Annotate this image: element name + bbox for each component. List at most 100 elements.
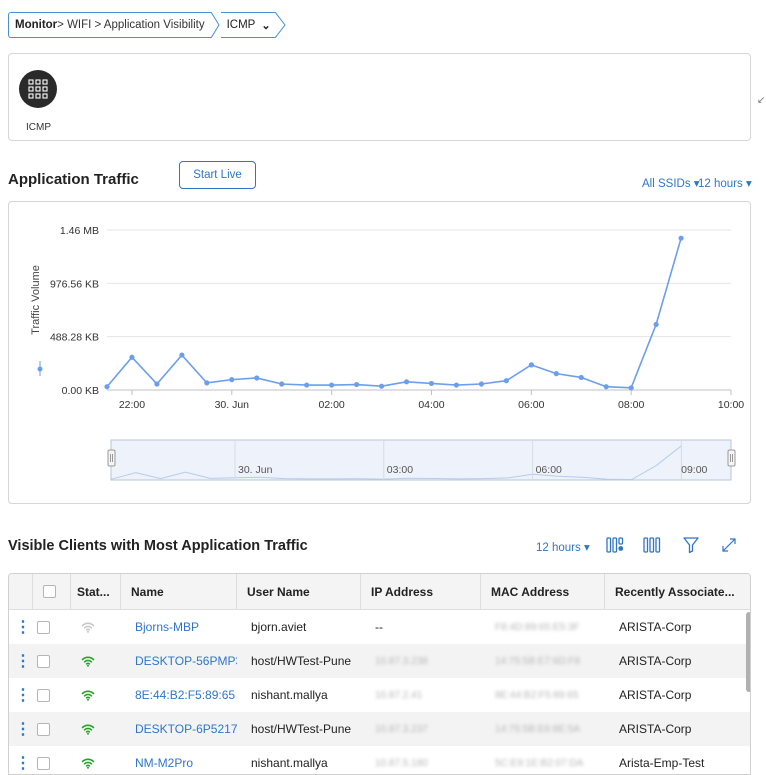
row-checkbox-cell[interactable] [37, 678, 67, 712]
breadcrumb-current[interactable]: ICMP [227, 19, 256, 31]
client-name-link[interactable]: Bjorns-MBP [135, 620, 199, 634]
row-checkbox-cell[interactable] [37, 644, 67, 678]
table-scrollbar[interactable] [746, 612, 750, 692]
data-point [329, 382, 335, 388]
collapse-arrow-icon[interactable]: ↙ [757, 95, 765, 106]
data-point [603, 384, 609, 390]
row-menu-icon[interactable]: ⋮ [15, 678, 33, 712]
select-all-checkbox[interactable] [43, 585, 56, 598]
client-name-link[interactable]: 8E:44:B2:F5:89:65 [135, 688, 235, 702]
clients-time-filter-label[interactable]: 12 hours [536, 542, 581, 554]
client-mac-address: 14:75:5B:E7:6D:F8 [495, 655, 581, 667]
row-checkbox-cell[interactable] [37, 712, 67, 746]
columns-icon[interactable] [643, 536, 661, 557]
grid-app-icon[interactable] [19, 70, 57, 108]
clients-time-filter-dropdown[interactable]: 12 hours ▾ [536, 540, 590, 554]
row-checkbox[interactable] [37, 620, 50, 634]
row-menu-icon[interactable]: ⋮ [15, 610, 33, 644]
row-checkbox-cell[interactable] [37, 610, 67, 644]
column-name[interactable]: Name [121, 574, 237, 609]
y-tick-label: 488.28 KB [50, 332, 99, 344]
column-settings-icon[interactable] [606, 536, 624, 557]
caret-down-icon: ▾ [580, 542, 590, 554]
client-mac-address: 14:75:5B:E6:8E:5A [495, 723, 581, 735]
table-row[interactable]: ⋮ NM-M2Pro nishant.mallya 10.87.5.180 5C… [9, 746, 750, 774]
navigator-label: 09:00 [681, 464, 707, 476]
x-tick-label: 08:00 [618, 399, 644, 411]
data-point [304, 382, 310, 388]
row-checkbox-cell[interactable] [37, 746, 67, 774]
client-name-link[interactable]: DESKTOP-6P52174 [135, 722, 237, 736]
row-checkbox[interactable] [37, 688, 50, 702]
client-recent-ssid: ARISTA-Corp [619, 688, 692, 702]
breadcrumb-end-arrow [274, 12, 286, 38]
client-mac-address: 8E:44:B2:F5:89:65 [495, 689, 579, 701]
data-point [453, 382, 460, 388]
row-menu-icon[interactable]: ⋮ [15, 644, 33, 678]
client-name-link[interactable]: NM-M2Pro [135, 756, 193, 770]
wifi-connected-icon [81, 746, 111, 774]
x-tick-label: 04:00 [418, 399, 444, 411]
clients-title: Visible Clients with Most Application Tr… [8, 538, 308, 554]
client-ip-address: 10.87.3.237 [375, 723, 428, 735]
chevron-down-icon[interactable]: ⌄ [261, 19, 270, 32]
expand-icon[interactable] [720, 536, 738, 557]
navigator-label: 06:00 [536, 464, 562, 476]
application-card: ICMP [8, 53, 751, 141]
traffic-chart-card: 1.46 MB 976.56 KB 488.28 KB 0.00 KB Traffic … [8, 201, 751, 504]
column-ip-address[interactable]: IP Address [361, 574, 481, 609]
header-select-all[interactable] [33, 574, 71, 609]
ssid-filter-label[interactable]: All SSIDs [642, 178, 691, 190]
data-point [553, 371, 559, 377]
navigator-window [110, 439, 732, 481]
navigator-label: 30. Jun [238, 464, 273, 476]
clients-table: Stat... Name User Name IP Address MAC Ad… [8, 573, 751, 775]
table-row[interactable]: ⋮ DESKTOP-6P52174 host/HWTest-Pune 10.87… [9, 712, 750, 746]
row-checkbox[interactable] [37, 722, 50, 736]
client-recent-ssid: ARISTA-Corp [619, 654, 692, 668]
ssid-filter-dropdown[interactable]: All SSIDs ▾ [642, 176, 700, 190]
column-status[interactable]: Stat... [71, 574, 121, 609]
column-mac-address[interactable]: MAC Address [481, 574, 605, 609]
client-ip-address: 10.87.5.180 [375, 757, 428, 769]
time-filter-dropdown[interactable]: 12 hours ▾ [698, 176, 752, 190]
row-checkbox[interactable] [37, 756, 50, 770]
table-row[interactable]: ⋮ DESKTOP-56PMP3F host/HWTest-Pune 10.87… [9, 644, 750, 678]
series-line [106, 237, 682, 389]
breadcrumb-path[interactable]: Monitor > WIFI > Application Visibility [8, 12, 211, 38]
wifi-connected-icon [81, 644, 111, 678]
traffic-chart[interactable]: 1.46 MB 976.56 KB 488.28 KB 0.00 KB Traffic … [9, 202, 752, 505]
client-name-link[interactable]: DESKTOP-56PMP3F [135, 654, 237, 668]
row-menu-icon[interactable]: ⋮ [15, 712, 33, 746]
client-ip-address: -- [375, 620, 383, 634]
data-point [478, 381, 484, 387]
row-checkbox[interactable] [37, 654, 50, 668]
table-row[interactable]: ⋮ 8E:44:B2:F5:89:65 nishant.mallya 10.87… [9, 678, 750, 712]
client-mac-address: 5C:E9:1E:B2:07:DA [495, 757, 584, 769]
row-menu-icon[interactable]: ⋮ [15, 746, 33, 774]
data-point [129, 354, 135, 360]
data-point [503, 378, 509, 384]
traffic-title: Application Traffic [8, 171, 139, 188]
navigator-left-handle[interactable] [107, 449, 116, 467]
client-ip-address: 10.87.2.41 [375, 689, 423, 701]
filter-icon[interactable] [682, 536, 700, 557]
time-filter-label[interactable]: 12 hours [698, 178, 743, 190]
start-live-button[interactable]: Start Live [179, 161, 256, 189]
table-row[interactable]: ⋮ Bjorns-MBP bjorn.aviet -- F8:4D:89:65:… [9, 610, 750, 644]
wifi-disconnected-icon [81, 610, 111, 644]
breadcrumb-current-dropdown[interactable]: ICMP ⌄ [220, 12, 275, 38]
client-ip-address: 10.87.3.238 [375, 655, 428, 667]
data-point [528, 362, 534, 368]
breadcrumb-trail[interactable]: > WIFI > Application Visibility [57, 19, 204, 31]
navigator-right-handle[interactable] [727, 449, 736, 467]
client-user-name: nishant.mallya [251, 688, 328, 702]
data-point [378, 383, 385, 389]
wifi-connected-icon [81, 712, 111, 746]
data-point [428, 380, 435, 387]
caret-down-icon: ▾ [742, 178, 752, 190]
column-recently-associated[interactable]: Recently Associate... [605, 574, 745, 609]
column-user-name[interactable]: User Name [237, 574, 361, 609]
data-point [204, 380, 210, 386]
breadcrumb-root[interactable]: Monitor [15, 19, 57, 31]
